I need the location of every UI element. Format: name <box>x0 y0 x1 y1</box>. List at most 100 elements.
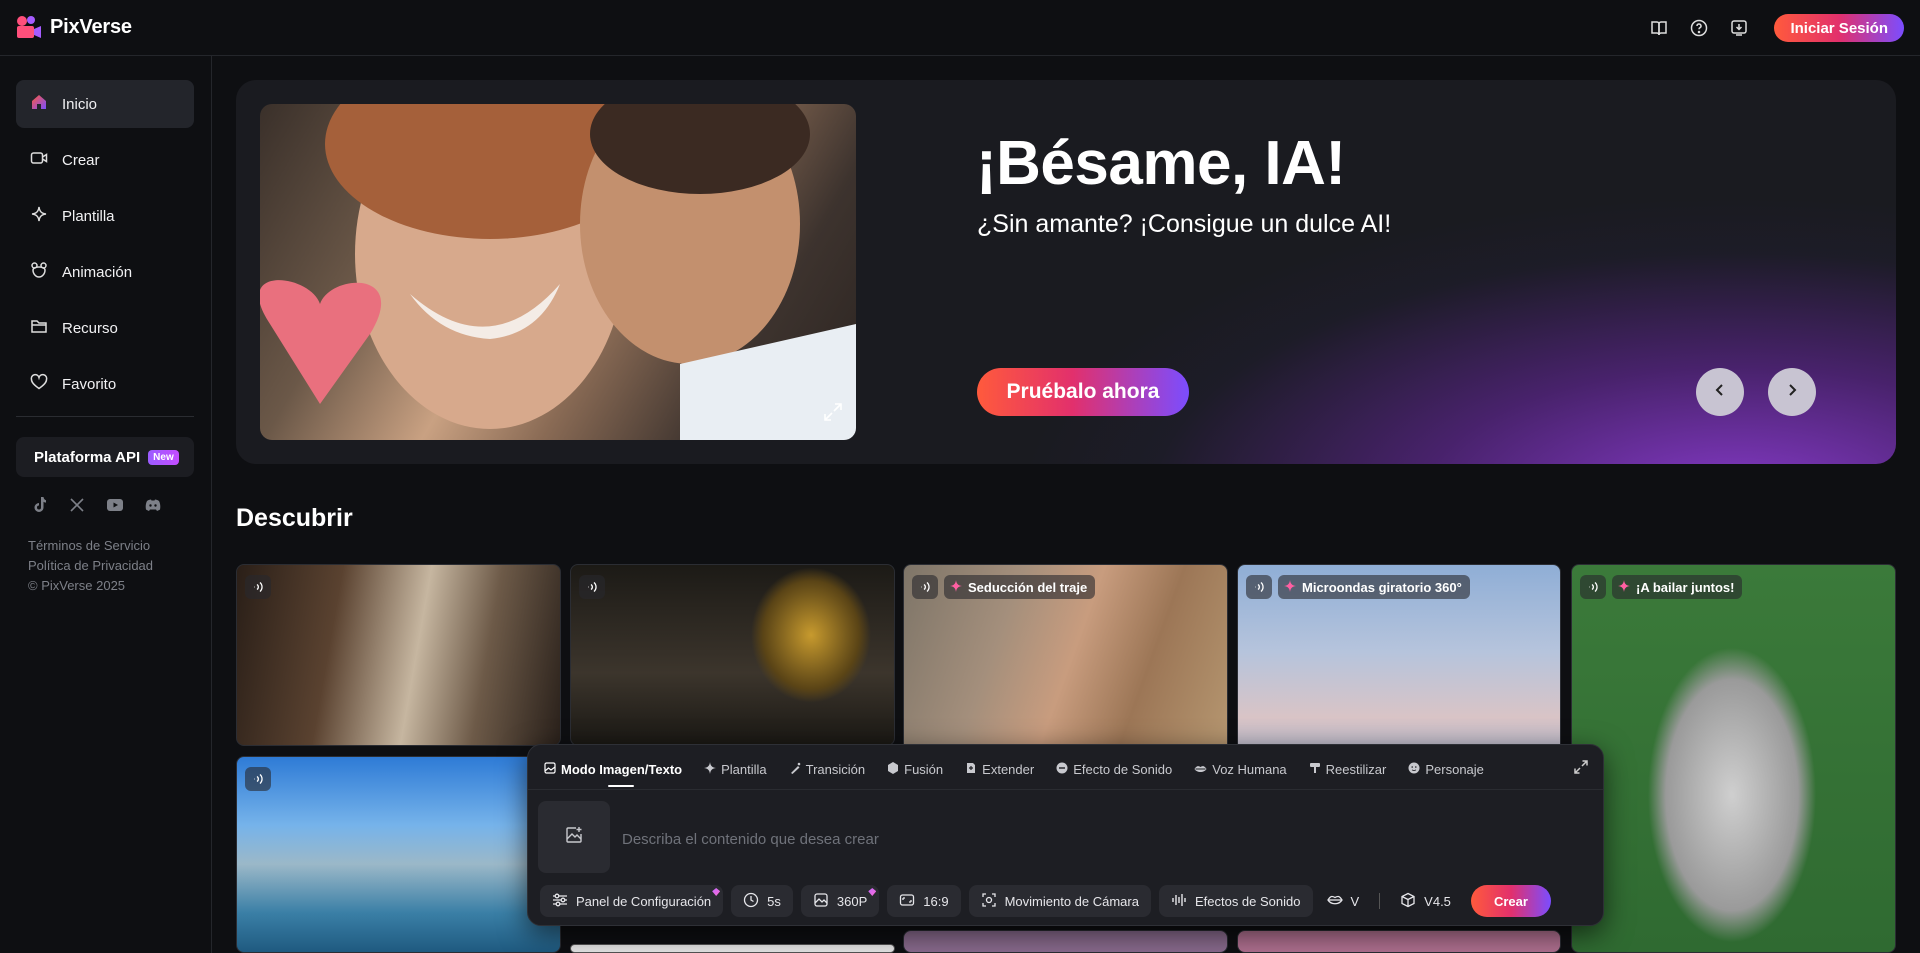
legal-links: Términos de Servicio Política de Privaci… <box>28 536 153 596</box>
tab-transition[interactable]: Transición <box>789 759 865 779</box>
video-card[interactable] <box>570 564 895 746</box>
premium-gem-icon <box>712 888 721 896</box>
sidebar-item-label: Inicio <box>62 95 98 113</box>
tab-label: Efecto de Sonido <box>1073 761 1173 777</box>
video-card[interactable] <box>1237 930 1561 953</box>
youtube-icon[interactable] <box>106 496 124 514</box>
carousel-prev-button[interactable] <box>1696 368 1744 416</box>
sound-effect-icon <box>1056 762 1068 777</box>
tab-label: Fusión <box>904 761 944 777</box>
create-button[interactable]: Crear <box>1470 885 1551 917</box>
copyright-text: © PixVerse 2025 <box>28 578 126 593</box>
camera-movement-button[interactable]: Movimiento de Cámara <box>968 885 1151 917</box>
image-upload-button[interactable] <box>538 801 610 873</box>
model-version-select[interactable]: V4.5 <box>1394 892 1457 911</box>
aspect-ratio-select[interactable]: 16:9 <box>887 885 961 917</box>
tab-fusion[interactable]: Fusión <box>887 759 943 779</box>
lips-icon <box>1194 762 1207 777</box>
hero-title: ¡Bésame, IA! <box>976 129 1346 198</box>
heart-icon <box>30 373 48 395</box>
tab-label: Transición <box>805 761 866 777</box>
template-tag-label: Seducción del traje <box>968 579 1088 595</box>
prompt-input[interactable]: Describa el contenido que desea crear <box>622 831 879 848</box>
mode-tabs: Modo Imagen/Texto Plantilla Transición F… <box>544 759 1484 779</box>
privacy-link[interactable]: Política de Privacidad <box>28 556 153 576</box>
discord-icon[interactable] <box>144 496 162 514</box>
tab-label: Reestilizar <box>1325 761 1387 777</box>
tab-template[interactable]: Plantilla <box>704 759 767 779</box>
expand-icon[interactable] <box>1573 759 1589 780</box>
tiktok-icon[interactable] <box>30 496 48 514</box>
tab-sound-effect[interactable]: Efecto de Sonido <box>1056 759 1172 779</box>
video-card[interactable] <box>903 930 1228 953</box>
duration-value: 5s <box>767 893 781 909</box>
new-badge: New <box>148 449 179 465</box>
expand-icon[interactable] <box>822 401 844 428</box>
video-card[interactable] <box>236 564 561 746</box>
tab-image-text[interactable]: Modo Imagen/Texto <box>544 759 682 779</box>
quality-value: 360P <box>836 893 868 909</box>
x-icon[interactable] <box>68 496 86 514</box>
character-icon <box>1408 762 1420 777</box>
animation-icon <box>30 261 48 283</box>
camera-movement-icon <box>981 892 997 911</box>
tab-extend[interactable]: Extender <box>965 759 1034 779</box>
tab-character[interactable]: Personaje <box>1408 759 1484 779</box>
premium-gem-icon <box>868 888 877 896</box>
sound-effects-button[interactable]: Efectos de Sonido <box>1158 885 1313 917</box>
hero-image[interactable] <box>260 104 856 440</box>
video-card[interactable] <box>570 944 895 953</box>
toolbar-separator <box>1379 893 1381 909</box>
aspect-ratio-value: 16:9 <box>923 893 949 909</box>
discover-title: Descubrir <box>236 504 353 532</box>
carousel-next-button[interactable] <box>1768 368 1816 416</box>
transition-icon <box>789 762 801 777</box>
lips-icon <box>1326 894 1343 909</box>
sidebar-item-plantilla[interactable]: Plantilla <box>16 192 194 240</box>
book-icon[interactable] <box>1648 17 1670 39</box>
settings-toolbar: Panel de Configuración 5s 360P 16:9 Movi… <box>540 885 1551 917</box>
tab-human-voice[interactable]: Voz Humana <box>1194 759 1287 779</box>
waveform-icon <box>1171 893 1187 910</box>
sidebar-item-label: Favorito <box>62 375 117 393</box>
sidebar-divider <box>16 416 194 417</box>
sidebar-item-favorito[interactable]: Favorito <box>16 360 194 408</box>
tab-label: Voz Humana <box>1212 761 1287 777</box>
sidebar-item-crear[interactable]: Crear <box>16 136 194 184</box>
tab-label: Modo Imagen/Texto <box>561 761 683 777</box>
sidebar-item-inicio[interactable]: Inicio <box>16 80 194 128</box>
model-version-value: V4.5 <box>1424 893 1451 909</box>
social-links <box>30 496 162 514</box>
try-now-button[interactable]: Pruébalo ahora <box>977 368 1189 416</box>
sidebar-item-recurso[interactable]: Recurso <box>16 304 194 352</box>
template-tag: Microondas giratorio 360° <box>1278 575 1470 599</box>
quality-select[interactable]: 360P <box>800 885 880 917</box>
sparkle-icon <box>1618 579 1630 595</box>
creation-panel: Modo Imagen/Texto Plantilla Transición F… <box>527 744 1604 926</box>
logo[interactable]: PixVerse <box>16 15 132 39</box>
clock-icon <box>743 892 759 911</box>
api-platform-label: Plataforma API <box>34 448 141 466</box>
tab-label: Plantilla <box>721 761 767 777</box>
template-tag: Seducción del traje <box>944 575 1096 599</box>
tab-restyle[interactable]: Reestilizar <box>1309 759 1387 779</box>
config-panel-button[interactable]: Panel de Configuración <box>540 885 724 917</box>
sidebar-item-animacion[interactable]: Animación <box>16 248 194 296</box>
sidebar-nav: Inicio Crear Plantilla Animación Recurso… <box>16 80 194 416</box>
terms-link[interactable]: Términos de Servicio <box>28 536 153 556</box>
voice-button[interactable]: V <box>1321 894 1366 909</box>
tab-label: Extender <box>982 761 1035 777</box>
sidebar-item-label: Recurso <box>62 319 118 337</box>
download-app-icon[interactable] <box>1728 17 1750 39</box>
video-card[interactable] <box>236 756 561 953</box>
duration-select[interactable]: 5s <box>731 885 793 917</box>
video-card[interactable]: ¡A bailar juntos! <box>1571 564 1896 953</box>
template-tag: ¡A bailar juntos! <box>1612 575 1743 599</box>
login-button[interactable]: Iniciar Sesión <box>1774 14 1904 42</box>
template-tag-label: ¡A bailar juntos! <box>1636 579 1735 595</box>
camera-movement-label: Movimiento de Cámara <box>1004 893 1139 909</box>
resolution-icon <box>813 892 829 911</box>
api-platform-button[interactable]: Plataforma API New <box>16 437 194 477</box>
help-icon[interactable] <box>1688 17 1710 39</box>
sound-wave-icon <box>579 575 605 599</box>
